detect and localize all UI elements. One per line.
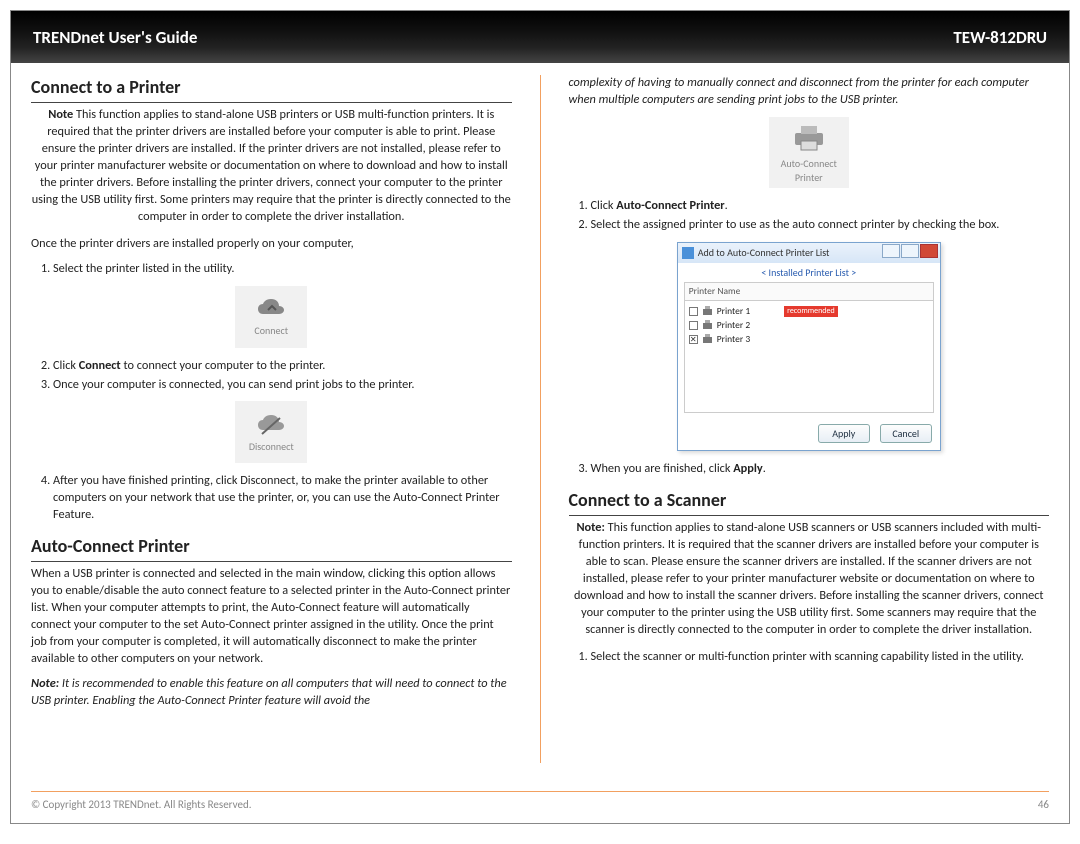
autoconnect-para: When a USB printer is connected and sele… [31,566,512,668]
heading-autoconnect: Auto-Connect Printer [31,534,512,562]
dialog-title-text: Add to Auto-Connect Printer List [698,246,830,260]
printer-step-3: Once your computer is connected, you can… [53,377,512,394]
scanner-step-1: Select the scanner or multi-function pri… [591,649,1050,666]
list-item[interactable]: Printer 3 [689,332,929,346]
autoconnect-note-text: It is recommended to enable this feature… [31,676,507,708]
right-steps-a: Click Auto-Connect Printer. Select the a… [569,198,1050,234]
rstep1-bold: Auto-Connect Printer [616,198,724,213]
apply-button[interactable]: Apply [818,424,870,443]
maximize-icon[interactable] [901,244,919,258]
connect-icon-label: Connect [254,324,288,338]
list-item[interactable]: Printer 2 [689,318,929,332]
dialog-autoconnect-list: Add to Auto-Connect Printer List < Insta… [677,242,941,451]
page-frame: TRENDnet User's Guide TEW-812DRU Connect… [10,10,1070,824]
step2-pre: Click [53,358,79,373]
disconnect-icon-label: Disconnect [249,440,294,454]
printer-icon [702,306,713,317]
printer-icon [702,334,713,345]
printer-name: Printer 3 [717,333,750,346]
step2-bold: Connect [79,358,121,373]
dialog-column-header: Printer Name [684,282,934,301]
note-printer: Note This function applies to stand-alon… [31,107,512,226]
page-number: 46 [1038,798,1049,811]
checkbox[interactable] [689,307,698,316]
printer-steps-4: After you have finished printing, click … [31,473,512,524]
printer-steps-1: Select the printer listed in the utility… [31,261,512,278]
page-footer: © Copyright 2013 TRENDnet. All Rights Re… [31,791,1049,811]
printer-steps-2: Click Connect to connect your computer t… [31,358,512,394]
dialog-titlebar: Add to Auto-Connect Printer List [678,243,940,263]
scanner-steps: Select the scanner or multi-function pri… [569,649,1050,666]
checkbox[interactable] [689,335,698,344]
dialog-printer-list: Printer 1 recommended Printer 2 Printer … [684,301,934,413]
rstep3-post: . [763,461,766,476]
dialog-app-icon [682,247,694,259]
disconnect-icon: Disconnect [235,401,307,463]
minimize-icon[interactable] [882,244,900,258]
connect-icon: Connect [235,286,307,348]
header-right: TEW-812DRU [953,27,1047,48]
rstep1-pre: Click [591,198,617,213]
header-left: TRENDnet User's Guide [33,27,197,48]
recommended-badge: recommended [784,306,838,317]
right-step-2: Select the assigned printer to use as th… [591,217,1050,234]
connect-glyph-icon [256,296,286,322]
intro-line: Once the printer drivers are installed p… [31,236,512,253]
step2-post: to connect your computer to the printer. [121,358,326,373]
continuation-line: complexity of having to manually connect… [569,75,1050,109]
content-area: Connect to a Printer Note This function … [11,63,1069,763]
dialog-window-buttons [882,244,938,258]
dialog-subtitle: < Installed Printer List > [678,263,940,282]
heading-connect-scanner: Connect to a Scanner [569,488,1050,516]
scanner-note-text: This function applies to stand-alone USB… [574,520,1044,637]
checkbox[interactable] [689,321,698,330]
autoconnect-note-label: Note: [31,676,59,691]
right-step-1: Click Auto-Connect Printer. [591,198,1050,215]
printer-step-4: After you have finished printing, click … [53,473,512,524]
autoconnect-printer-icon: Auto-Connect Printer [769,117,849,188]
right-steps-b: When you are finished, click Apply. [569,461,1050,478]
close-icon[interactable] [920,244,938,258]
right-column: complexity of having to manually connect… [569,75,1050,763]
cancel-button[interactable]: Cancel [880,424,932,443]
heading-connect-printer: Connect to a Printer [31,75,512,103]
printer-step-2: Click Connect to connect your computer t… [53,358,512,375]
acp-icon-line1: Auto-Connect [773,157,845,171]
printer-name: Printer 2 [717,319,750,332]
note-scanner: Note: This function applies to stand-alo… [569,520,1050,639]
column-separator [540,75,541,763]
autoconnect-note: Note: It is recommended to enable this f… [31,676,512,710]
disconnect-glyph-icon [256,412,286,438]
rstep3-bold: Apply [733,461,763,476]
rstep1-post: . [725,198,728,213]
scanner-note-label: Note: [576,520,604,535]
left-column: Connect to a Printer Note This function … [31,75,512,763]
note-printer-text: This function applies to stand-alone USB… [32,107,511,224]
list-item[interactable]: Printer 1 recommended [689,304,929,318]
printer-step-1: Select the printer listed in the utility… [53,261,512,278]
right-step-3: When you are finished, click Apply. [591,461,1050,478]
rstep3-pre: When you are finished, click [591,461,734,476]
printer-icon [702,320,713,331]
header-banner: TRENDnet User's Guide TEW-812DRU [11,11,1069,63]
note-label: Note [48,107,73,122]
dialog-button-row: Apply Cancel [678,419,940,450]
printer-glyph-icon [789,123,829,153]
printer-name: Printer 1 [717,305,750,318]
copyright-text: © Copyright 2013 TRENDnet. All Rights Re… [31,798,252,811]
acp-icon-line2: Printer [773,171,845,185]
